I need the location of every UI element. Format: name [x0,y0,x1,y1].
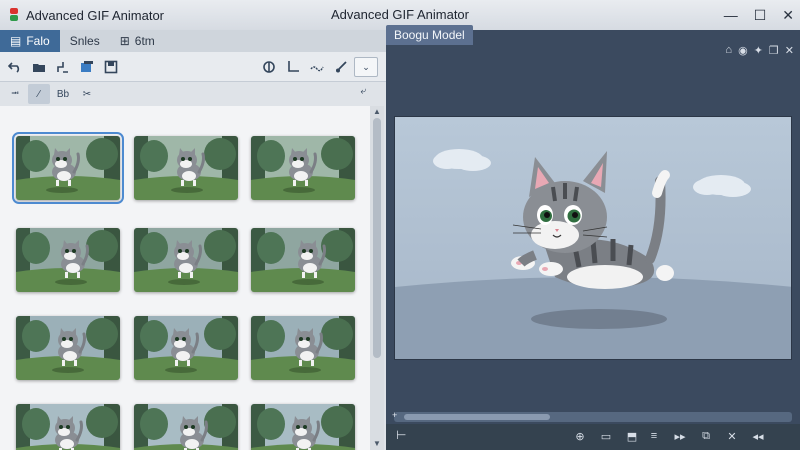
scroll-down-icon[interactable]: ▼ [370,438,384,450]
tab-label: Snles [69,34,100,48]
tab-6tm[interactable]: ⊞ 6tm [110,30,165,52]
home-icon[interactable]: ⌂ [725,44,732,57]
frame-thumbnail[interactable] [16,228,120,292]
preview-canvas[interactable] [394,116,792,360]
view-dropdown[interactable]: ⌄ [354,57,378,77]
draw-icon[interactable]: ∕ [28,84,50,104]
minimize-button[interactable]: — [724,7,738,23]
compass-icon[interactable]: ◉ [738,44,748,57]
menu-icon[interactable]: ≡ [646,428,662,444]
pin-icon[interactable]: ✦ [754,44,763,57]
frames-scrollbar[interactable]: ▲ ▼ [370,106,384,450]
target-icon[interactable]: ⊕ [572,428,588,444]
frame-thumbnail[interactable] [251,136,355,200]
frame-thumbnail[interactable] [251,316,355,380]
float-icon[interactable]: ❐ [769,44,779,57]
monitor-icon[interactable]: ▭ [598,428,614,444]
frame-thumbnail[interactable] [251,404,355,450]
layers-icon[interactable] [76,56,98,78]
scroll-up-icon[interactable]: ▲ [370,106,384,118]
file-icon: ▤ [10,34,22,48]
export-icon[interactable]: ⬒ [624,428,640,444]
undo-icon[interactable] [4,56,26,78]
frames-icon[interactable]: ⧉ [698,428,714,444]
tab-label: 6tm [134,34,155,48]
tab-falo[interactable]: ▤ Falo [0,30,60,52]
frame-thumbnail[interactable] [16,316,120,380]
tab-bar: ▤ Falo Snles ⊞ 6tm [0,30,386,52]
app-title: Advanced GIF Animator [26,7,165,23]
brush-icon[interactable] [330,56,352,78]
rewind-icon[interactable]: ◂◂ [750,428,766,444]
resize-icon[interactable] [52,56,74,78]
chevron-down-icon: ⌄ [362,61,370,72]
maximize-button[interactable]: ☐ [754,7,767,24]
tab-snles[interactable]: Snles [60,30,110,52]
app-icon [8,8,20,22]
frame-grid [0,106,370,450]
scroll-thumb[interactable] [373,118,381,358]
save-icon[interactable] [100,56,122,78]
frame-thumbnail[interactable] [134,316,238,380]
frame-thumbnail[interactable] [16,404,120,450]
main-toolbar: ⌄ [0,52,386,82]
frame-thumbnail[interactable] [251,228,355,292]
close-icon[interactable]: ✕ [785,44,794,57]
text-tool[interactable]: Bb [52,84,74,104]
preview-hscrollbar[interactable]: + [392,410,792,422]
move-icon[interactable]: ⭲ [4,84,26,104]
preview-panel: Boogu Model ⌂ ◉ ✦ ❐ ✕ + ⊢ ⊕ ▭ ⬒ ≡ ▸▸ ⧉ ✕… [386,25,800,450]
frames-panel: ▤ Falo Snles ⊞ 6tm ⌄ ⭲ ∕ Bb ✂ ⤶ ▲ ▼ [0,30,386,450]
frame-thumbnail[interactable] [12,132,124,204]
cut-icon[interactable]: ✂ [76,84,98,104]
scroll-left-icon[interactable]: + [392,410,397,420]
crop-icon[interactable] [282,56,304,78]
playback-bar: ⊢ ⊕ ▭ ⬒ ≡ ▸▸ ⧉ ✕ ◂◂ [386,424,800,450]
range-start-icon[interactable]: ⊢ [396,428,406,442]
frame-thumbnail[interactable] [134,404,238,450]
frame-thumbnail[interactable] [134,228,238,292]
tab-boogu-model[interactable]: Boogu Model [386,25,473,45]
hscroll-thumb[interactable] [404,414,550,420]
frames-icon: ⊞ [119,34,130,48]
play-icon[interactable]: ▸▸ [672,428,688,444]
tool-row: ⭲ ∕ Bb ✂ ⤶ [0,82,386,106]
close-button[interactable]: ✕ [782,7,794,24]
frame-thumbnail[interactable] [134,136,238,200]
folder-open-icon[interactable] [28,56,50,78]
eye-icon[interactable] [258,56,280,78]
shadow [531,309,667,329]
cross-icon[interactable]: ✕ [724,428,740,444]
preview-toolbar: ⌂ ◉ ✦ ❐ ✕ [725,44,794,57]
tab-label: Falo [26,34,50,48]
collapse-icon[interactable]: ⤶ [360,86,366,97]
wave-icon[interactable] [306,56,328,78]
